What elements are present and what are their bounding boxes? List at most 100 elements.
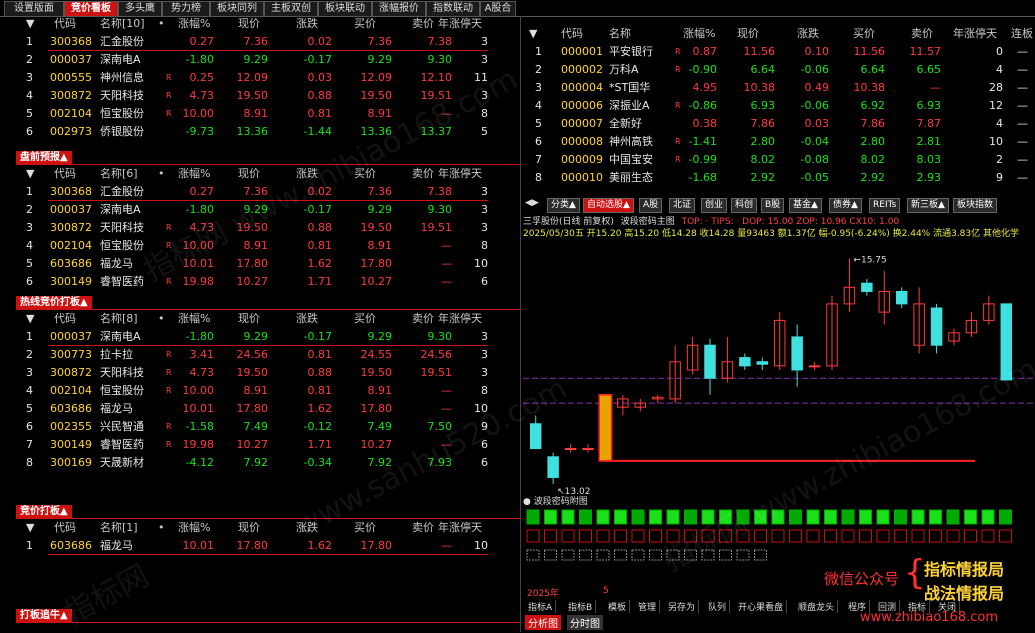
column-header[interactable]: 涨幅% [178,311,210,327]
column-header[interactable]: 现价 [238,520,260,536]
column-header[interactable]: 现价 [238,311,260,327]
column-header[interactable]: 卖价 [412,520,434,536]
column-header[interactable]: 买价 [354,311,376,327]
table-row[interactable]: 6 002355 兴民智通 R -1.58 7.49 -0.12 7.49 7.50 9 [0,418,520,435]
table-row[interactable]: 5 603686 福龙马 10.01 17.80 1.62 17.80 — 10 [0,255,520,272]
table-row[interactable]: 2 300773 拉卡拉 R 3.41 24.56 0.81 24.55 24.56 3 [0,346,520,363]
chart-tab-8[interactable]: 基金▲ [789,198,822,213]
sort-arrow-icon[interactable]: ▼ [26,166,34,182]
chart-tab-4[interactable]: 北证 [669,198,696,213]
table-row[interactable]: 5 603686 福龙马 10.01 17.80 1.62 17.80 — 10 [0,400,520,417]
table-row[interactable]: 3 300872 天阳科技 R 4.73 19.50 0.88 19.50 19.51 3 [0,364,520,381]
indicator-tab[interactable]: 另存为 [665,600,700,613]
column-header[interactable]: 涨幅% [178,166,210,182]
column-header[interactable]: 代码 [54,16,76,32]
chart-tab-6[interactable]: 科创 [731,198,758,213]
sort-arrow-icon[interactable]: ▼ [26,16,34,32]
column-header[interactable]: 代码 [54,520,76,536]
tab-9[interactable]: 指数联动 [426,1,480,16]
column-header[interactable]: 涨跌 [296,520,318,536]
column-header[interactable]: 买价 [354,166,376,182]
column-header[interactable]: 涨跌 [797,26,819,42]
column-header[interactable]: 名称[8] [100,311,138,327]
tab-3[interactable]: 多头鹰 [118,1,162,16]
column-header[interactable]: 代码 [54,166,76,182]
column-header[interactable]: 现价 [737,26,759,42]
column-header[interactable]: 连板 [1011,26,1033,42]
column-header[interactable]: 买价 [354,16,376,32]
table-row[interactable]: 3 000004 *ST国华 4.95 10.38 0.49 10.38 — 28 [523,79,1035,96]
table-row[interactable]: 8 000010 美丽生态 -1.68 2.92 -0.05 2.92 2.93 9 [523,169,1035,186]
table-row[interactable]: 4 002104 恒宝股份 R 10.00 8.91 0.81 8.91 — 8 [0,237,520,254]
column-header[interactable]: 卖价 [412,311,434,327]
sort-arrow-icon[interactable]: ▼ [26,520,34,536]
column-header[interactable]: 年涨停天 [438,166,482,182]
table-row[interactable]: 2 000002 万科A R -0.90 6.64 -0.06 6.64 6.65 4 [523,61,1035,78]
chart-nav-arrows[interactable]: ◀▶ [525,198,539,208]
indicator-tab[interactable]: 管理 [635,600,661,613]
chart-tab-7[interactable]: B股 [761,198,785,213]
indicator-tab[interactable]: 开心果看盘 [735,600,788,613]
section-title[interactable]: 打板追牛▲ [16,609,72,622]
column-header[interactable]: 名称[6] [100,166,138,182]
column-header[interactable]: 买价 [354,520,376,536]
table-row[interactable]: 5 002104 恒宝股份 R 10.00 8.91 0.81 8.91 — 8 [0,105,520,122]
column-header[interactable]: 涨跌 [296,16,318,32]
indicator-tab[interactable]: 指标B [565,600,597,613]
chart-mode-tab[interactable]: 分时图 [567,615,603,630]
column-header[interactable]: 买价 [853,26,875,42]
indicator-tab[interactable]: 队列 [705,600,731,613]
table-row[interactable]: 1 000001 平安银行 R 0.87 11.56 0.10 11.56 11.57 0 [523,43,1035,60]
table-row[interactable]: 7 300149 睿智医药 R 19.98 10.27 1.71 10.27 — 6 [0,436,520,453]
table-row[interactable]: 4 300872 天阳科技 R 4.73 19.50 0.88 19.50 19.51 3 [0,87,520,104]
tab-1[interactable]: 设置版面 [4,1,64,16]
table-row[interactable]: 4 000006 深振业A R -0.86 6.93 -0.06 6.92 6.93 12 [523,97,1035,114]
chart-tab-10[interactable]: REITs [869,198,901,213]
section-title[interactable]: 竞价打板▲ [16,505,72,518]
column-header[interactable]: 现价 [238,16,260,32]
tab-6[interactable]: 主板双创 [264,1,318,16]
column-header[interactable]: 代码 [561,26,583,42]
tab-4[interactable]: 势力榜 [162,1,210,16]
column-header[interactable]: 年涨停天 [438,311,482,327]
candlestick-chart[interactable]: ←15.75↖13.02 [523,240,1035,500]
column-header[interactable]: 代码 [54,311,76,327]
column-header[interactable]: 年涨停天 [438,16,482,32]
column-header[interactable]: 年涨停天 [438,520,482,536]
sort-arrow-icon[interactable]: ▼ [529,26,537,42]
column-header[interactable]: 名称 [609,26,631,42]
table-row[interactable]: 6 000008 神州高铁 R -1.41 2.80 -0.04 2.80 2.81 10 [523,133,1035,150]
column-header[interactable]: 现价 [238,166,260,182]
chart-tab-5[interactable]: 创业 [701,198,728,213]
section-title[interactable]: 盘前预报▲ [16,151,72,164]
tab-5[interactable]: 板块同列 [210,1,264,16]
section-title[interactable]: 热线竞价打板▲ [16,296,92,309]
column-header[interactable]: 涨幅% [683,26,715,42]
tab-7[interactable]: 板块联动 [318,1,372,16]
indicator-tab[interactable]: 指标A [525,600,557,613]
column-header[interactable]: 卖价 [911,26,933,42]
table-row[interactable]: 7 000009 中国宝安 R -0.99 8.02 -0.08 8.02 8.03 2 [523,151,1035,168]
table-row[interactable]: 2 000037 深南电A -1.80 9.29 -0.17 9.29 9.30 3 [0,201,520,218]
chart-tab-12[interactable]: 板块指数 [953,198,998,213]
column-header[interactable]: 卖价 [412,166,434,182]
column-header[interactable]: 涨幅% [178,520,210,536]
tab-10[interactable]: A股合 [480,1,516,16]
chart-tab-11[interactable]: 新三板▲ [907,198,949,213]
table-row[interactable]: 6 002973 侨银股份 -9.73 13.36 -1.44 13.36 13.37 5 [0,123,520,140]
indicator-tab[interactable]: 模板 [605,600,631,613]
column-header[interactable]: 名称[10] [100,16,145,32]
chart-tab-3[interactable]: A股 [639,198,663,213]
column-header[interactable]: 涨跌 [296,166,318,182]
tab-8[interactable]: 涨幅报价 [372,1,426,16]
table-row[interactable]: 3 300872 天阳科技 R 4.73 19.50 0.88 19.50 19.51 3 [0,219,520,236]
column-header[interactable]: 年涨停天 [953,26,997,42]
chart-tab-1[interactable]: 分类▲ [547,198,580,213]
column-header[interactable]: 名称[1] [100,520,138,536]
column-header[interactable]: 涨幅% [178,16,210,32]
tab-2[interactable]: 竞价看板 [64,1,118,16]
column-header[interactable]: 涨跌 [296,311,318,327]
column-header[interactable]: 卖价 [412,16,434,32]
chart-tab-9[interactable]: 债券▲ [829,198,862,213]
table-row[interactable]: 5 000007 全新好 0.38 7.86 0.03 7.86 7.87 4 [523,115,1035,132]
